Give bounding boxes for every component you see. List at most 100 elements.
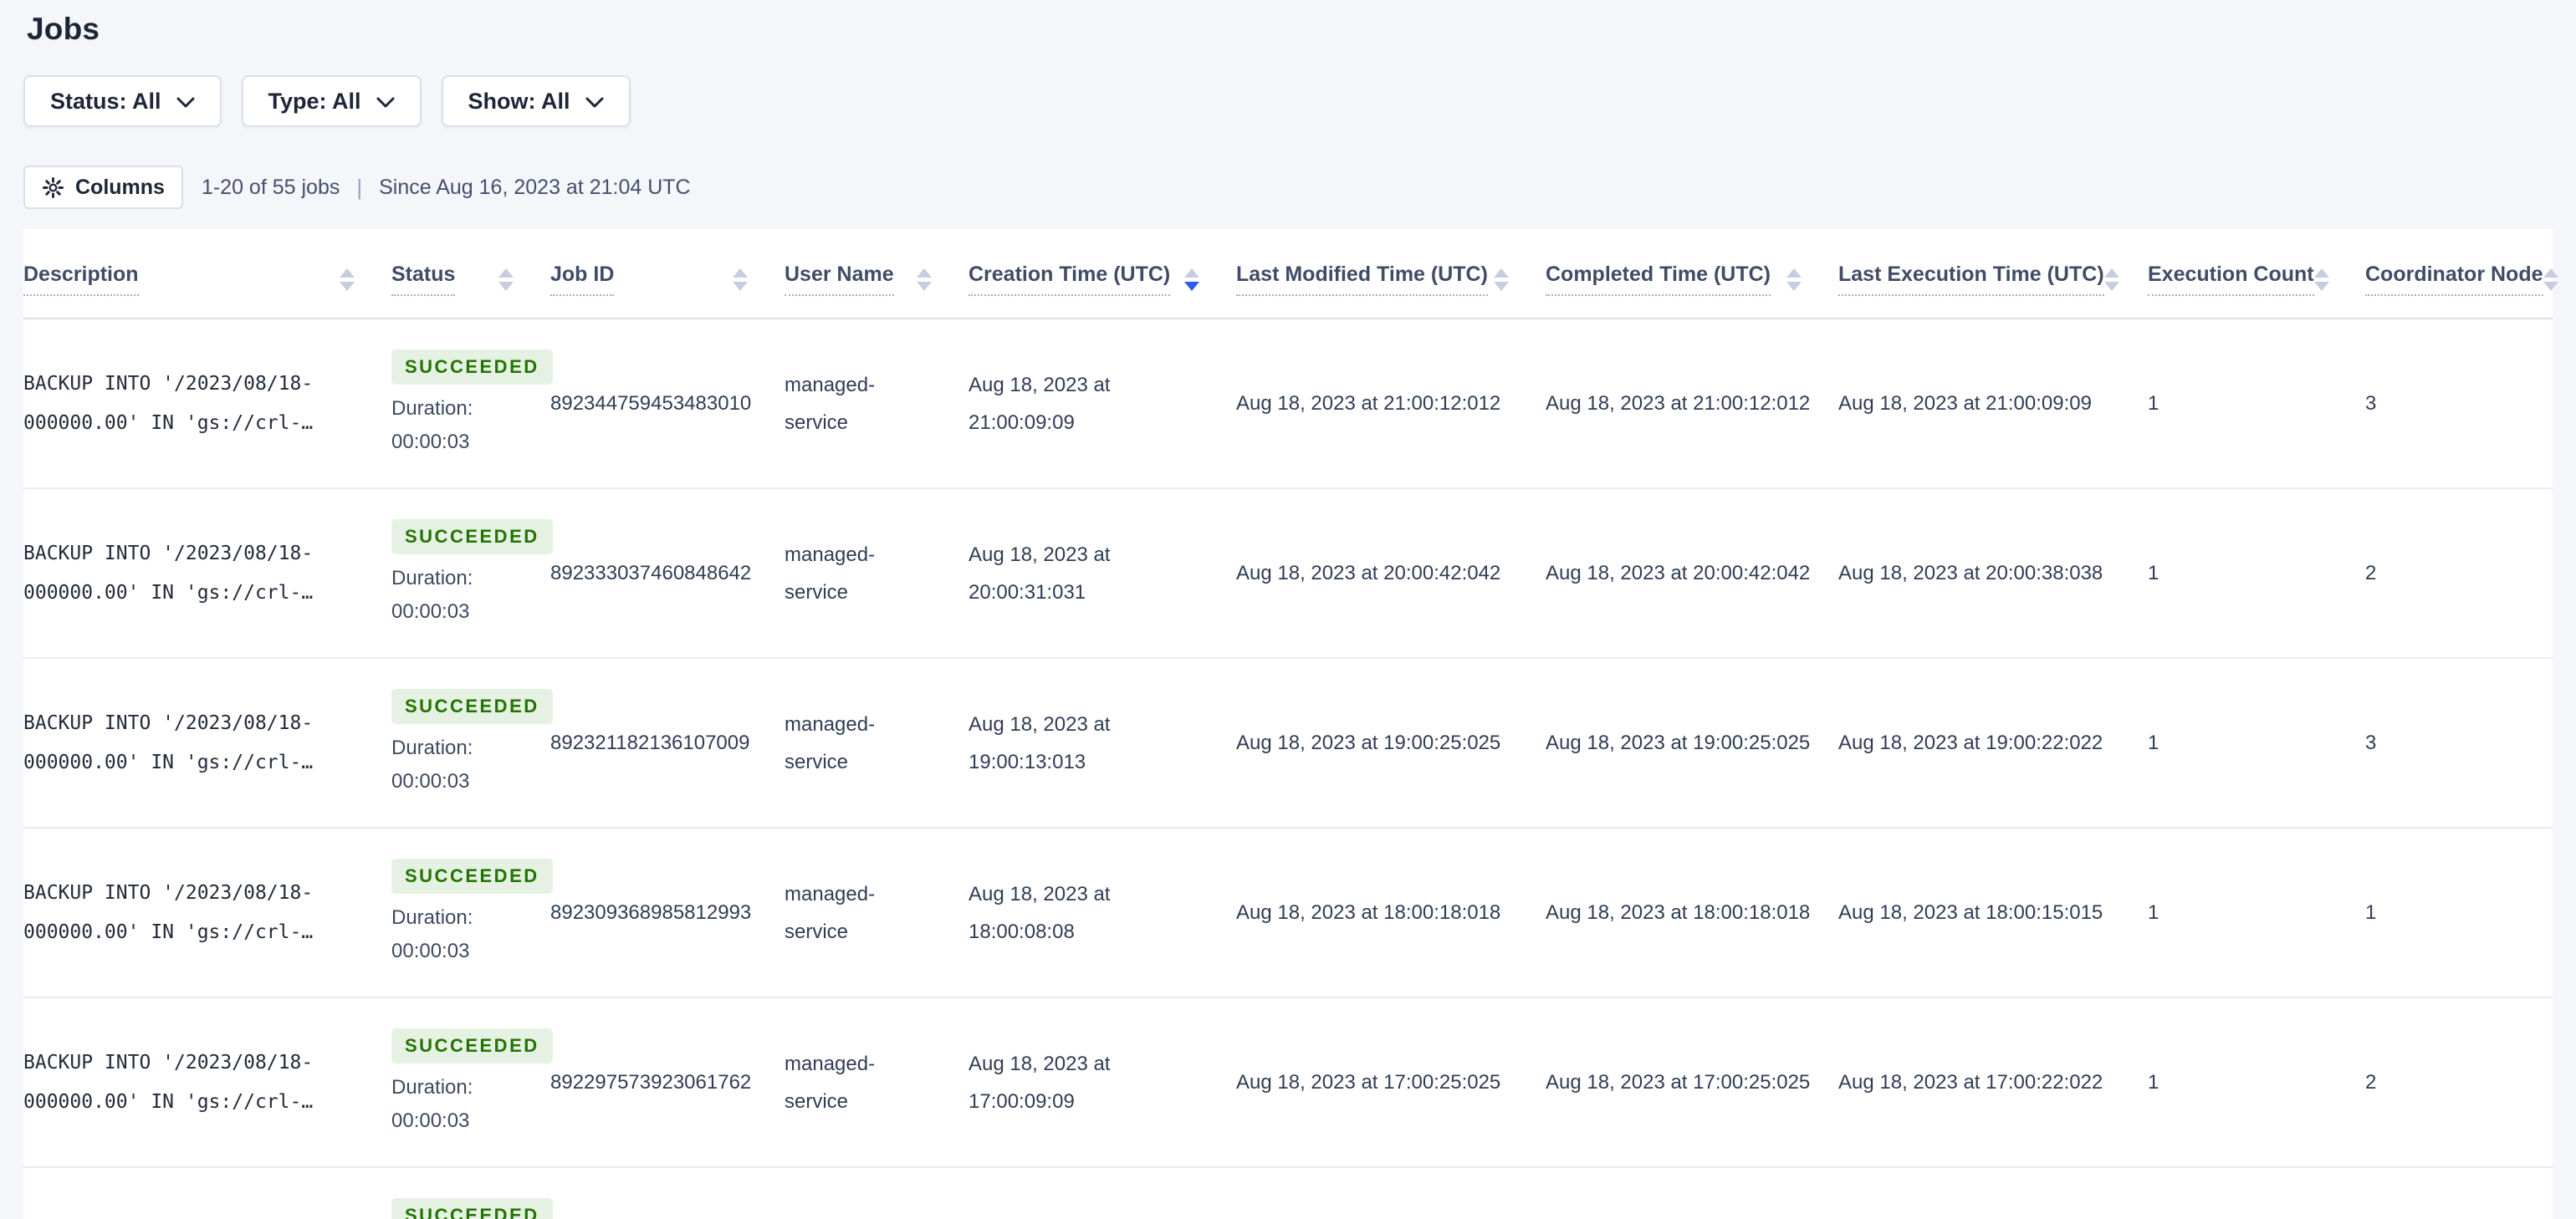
- sort-caret-icon: [917, 268, 932, 291]
- execution-count-cell: 1: [2148, 997, 2365, 1168]
- execution-count-cell: 1: [2148, 488, 2365, 659]
- job-duration-label: Duration:: [391, 737, 473, 759]
- sort-caret-icon: [2103, 268, 2119, 291]
- creation-time-cell: Aug 18, 2023 at 17:00:09:09: [969, 997, 1236, 1168]
- columns-button-label: Columns: [75, 175, 165, 199]
- job-id-cell: 892297573923061762: [550, 997, 785, 1168]
- job-status-cell: SUCCEEDED Duration: 00:00:03: [391, 658, 553, 829]
- user-name-cell: managed-service: [785, 1167, 969, 1219]
- creation-time-cell: Aug 18, 2023 at 19:00:13:013: [969, 658, 1236, 829]
- sort-caret-icon: [498, 268, 514, 291]
- column-label: Job ID: [550, 263, 615, 296]
- status-filter-label: Status: All: [50, 88, 161, 114]
- job-id-cell: 892309368985812993: [550, 828, 785, 998]
- job-description-link[interactable]: BACKUP INTO '/2023/08/18-000000.00' IN '…: [23, 488, 391, 659]
- jobs-page: Jobs Status: All Type: All Show: All Col…: [0, 0, 2576, 1219]
- column-label: Completed Time (UTC): [1546, 263, 1771, 296]
- column-label: Execution Count: [2148, 263, 2314, 296]
- job-status-cell: SUCCEEDED Duration: 00:00:03: [391, 1167, 553, 1219]
- job-table-row: BACKUP INTO '/2023/08/18-000000.00' IN '…: [23, 658, 2553, 829]
- completed-time-cell: Aug 18, 2023 at 19:00:25:025: [1546, 658, 1838, 829]
- sort-caret-icon: [1494, 268, 1509, 291]
- job-duration-value: 00:00:03: [391, 940, 470, 962]
- gear-icon: [42, 176, 64, 199]
- job-table-row: BACKUP INTO '/2023/08/18-000000.00' IN '…: [23, 1167, 2553, 1219]
- jobs-table-container: Description Status Job ID User Name Crea…: [23, 229, 2558, 1219]
- user-name-cell: managed-service: [785, 319, 969, 489]
- job-duration-value: 00:00:03: [391, 431, 470, 453]
- chevron-down-icon: [585, 97, 604, 109]
- table-header-row: Description Status Job ID User Name Crea…: [23, 229, 2558, 319]
- completed-time-cell: Aug 18, 2023 at 17:00:25:025: [1546, 997, 1838, 1168]
- coordinator-node-cell: 2: [2365, 488, 2553, 659]
- job-status-cell: SUCCEEDED Duration: 00:00:03: [391, 488, 553, 659]
- job-id-cell: 892285813023375363: [550, 1167, 785, 1219]
- jobs-table-body: BACKUP INTO '/2023/08/18-000000.00' IN '…: [23, 319, 2553, 1219]
- sort-caret-icon: [340, 268, 355, 291]
- column-header-user-name[interactable]: User Name: [785, 229, 969, 319]
- coordinator-node-cell: 3: [2365, 658, 2553, 829]
- job-table-row: BACKUP INTO '/2023/08/18-000000.00' IN '…: [23, 828, 2553, 998]
- execution-count-cell: 1: [2148, 319, 2365, 489]
- last-modified-time-cell: Aug 18, 2023 at 17:00:25:025: [1236, 997, 1546, 1168]
- status-badge: SUCCEEDED: [391, 349, 553, 385]
- column-header-completed-time[interactable]: Completed Time (UTC): [1546, 229, 1838, 319]
- status-badge: SUCCEEDED: [391, 1028, 553, 1063]
- columns-button[interactable]: Columns: [23, 166, 183, 209]
- column-label: Status: [391, 263, 456, 296]
- column-header-last-modified-time[interactable]: Last Modified Time (UTC): [1236, 229, 1546, 319]
- column-header-coordinator-node[interactable]: Coordinator Node: [2365, 229, 2558, 319]
- user-name-cell: managed-service: [785, 658, 969, 829]
- column-header-status[interactable]: Status: [391, 229, 550, 319]
- column-header-creation-time[interactable]: Creation Time (UTC): [969, 229, 1236, 319]
- job-duration-label: Duration:: [391, 906, 473, 929]
- summary-separator: |: [356, 174, 363, 200]
- column-header-last-execution-time[interactable]: Last Execution Time (UTC): [1838, 229, 2148, 319]
- job-status-cell: SUCCEEDED Duration: 00:00:03: [391, 319, 553, 489]
- jobs-table: Description Status Job ID User Name Crea…: [23, 229, 2558, 1219]
- job-description-link[interactable]: BACKUP INTO '/2023/08/18-000000.00' IN '…: [23, 319, 391, 489]
- column-header-job-id[interactable]: Job ID: [550, 229, 785, 319]
- job-duration-label: Duration:: [391, 1076, 473, 1099]
- job-table-row: BACKUP INTO '/2023/08/18-000000.00' IN '…: [23, 319, 2553, 489]
- job-duration-label: Duration:: [391, 397, 473, 420]
- show-filter-dropdown[interactable]: Show: All: [441, 75, 631, 127]
- status-filter-dropdown[interactable]: Status: All: [23, 75, 222, 127]
- job-description-link[interactable]: BACKUP INTO '/2023/08/18-000000.00' IN '…: [23, 1167, 391, 1219]
- status-badge: SUCCEEDED: [391, 689, 553, 724]
- user-name-cell: managed-service: [785, 488, 969, 659]
- last-execution-time-cell: Aug 18, 2023 at 16:00:24:024: [1838, 1167, 2148, 1219]
- last-modified-time-cell: Aug 18, 2023 at 21:00:12:012: [1236, 319, 1546, 489]
- filter-bar: Status: All Type: All Show: All: [23, 75, 2553, 127]
- sort-caret-icon: [2313, 268, 2329, 291]
- column-header-description[interactable]: Description: [23, 229, 391, 319]
- execution-count-cell: 1: [2148, 828, 2365, 998]
- type-filter-label: Type: All: [268, 88, 361, 114]
- status-badge: SUCCEEDED: [391, 519, 553, 554]
- page-title: Jobs: [27, 12, 100, 46]
- job-duration-value: 00:00:03: [391, 1109, 470, 1132]
- show-filter-label: Show: All: [468, 88, 570, 114]
- last-modified-time-cell: Aug 18, 2023 at 20:00:42:042: [1236, 488, 1546, 659]
- job-description-link[interactable]: BACKUP INTO '/2023/08/18-000000.00' IN '…: [23, 828, 391, 998]
- job-id-cell: 892333037460848642: [550, 488, 785, 659]
- sort-caret-icon: [1786, 268, 1802, 291]
- user-name-cell: managed-service: [785, 828, 969, 998]
- completed-time-cell: Aug 18, 2023 at 16:00:27:027: [1546, 1167, 1838, 1219]
- type-filter-dropdown[interactable]: Type: All: [241, 75, 422, 127]
- column-header-execution-count[interactable]: Execution Count: [2148, 229, 2365, 319]
- job-description-link[interactable]: BACKUP INTO '/2023/08/18-000000.00' IN '…: [23, 997, 391, 1168]
- coordinator-node-cell: 1: [2365, 1167, 2553, 1219]
- column-label: User Name: [785, 263, 894, 296]
- column-label: Last Modified Time (UTC): [1236, 263, 1488, 296]
- status-badge: SUCCEEDED: [391, 859, 553, 894]
- job-id-cell: 892321182136107009: [550, 658, 785, 829]
- completed-time-cell: Aug 18, 2023 at 20:00:42:042: [1546, 488, 1838, 659]
- completed-time-cell: Aug 18, 2023 at 21:00:12:012: [1546, 319, 1838, 489]
- user-name-cell: managed-service: [785, 997, 969, 1168]
- job-description-link[interactable]: BACKUP INTO '/2023/08/18-000000.00' IN '…: [23, 658, 391, 829]
- column-label: Description: [23, 263, 139, 296]
- job-table-row: BACKUP INTO '/2023/08/18-000000.00' IN '…: [23, 997, 2553, 1168]
- execution-count-cell: 1: [2148, 658, 2365, 829]
- status-badge: SUCCEEDED: [391, 1198, 553, 1219]
